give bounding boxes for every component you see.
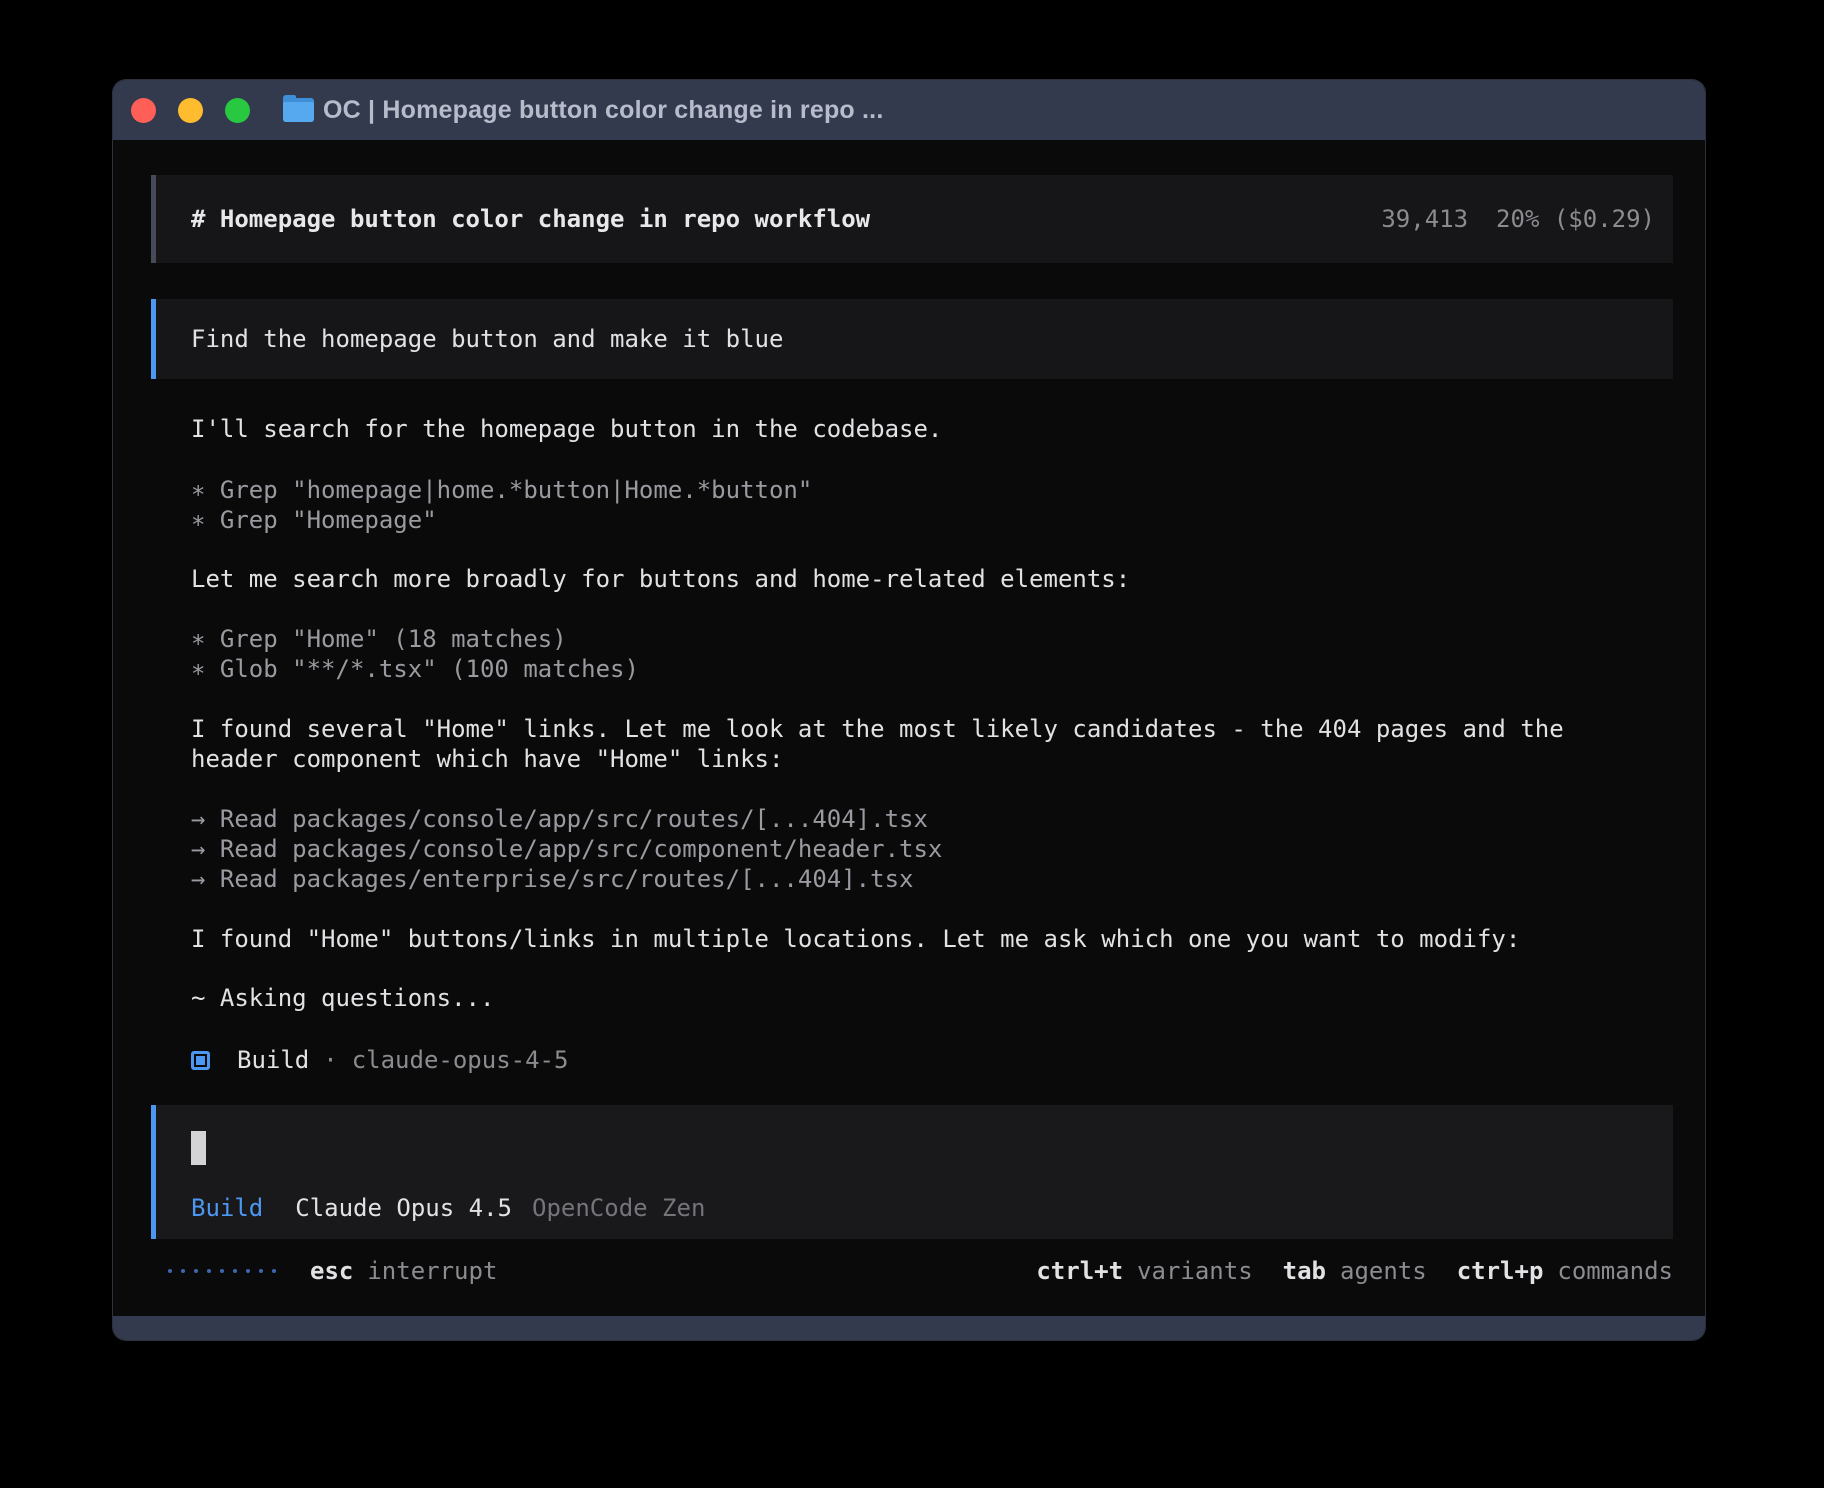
close-window-button[interactable] <box>131 98 156 123</box>
session-title: # Homepage button color change in repo w… <box>191 204 870 234</box>
text-cursor <box>191 1131 206 1165</box>
prompt-input[interactable]: Build Claude Opus 4.5 OpenCode Zen <box>151 1105 1673 1239</box>
minimize-window-button[interactable] <box>178 98 203 123</box>
user-message-text: Find the homepage button and make it blu… <box>191 324 783 354</box>
editor-model-label: Claude Opus 4.5 <box>295 1193 512 1223</box>
window-title: OC | Homepage button color change in rep… <box>323 96 883 125</box>
token-count: 39,413 <box>1381 204 1468 234</box>
tool-call-read: → Read packages/console/app/src/componen… <box>191 834 942 864</box>
session-header: # Homepage button color change in repo w… <box>151 175 1673 263</box>
working-status: ~ Asking questions... <box>191 983 494 1013</box>
tool-call-grep: ∗ Grep "Homepage" <box>191 505 437 535</box>
assistant-text: header component which have "Home" links… <box>191 744 783 774</box>
spinner-dot <box>272 1269 276 1273</box>
editor-provider-label: OpenCode Zen <box>532 1193 705 1223</box>
window-bottom-chrome <box>113 1316 1705 1340</box>
editor-status-bar: Build Claude Opus 4.5 OpenCode Zen <box>191 1193 705 1223</box>
ctrl-t-key-label: variants <box>1137 1256 1253 1286</box>
user-message: Find the homepage button and make it blu… <box>151 299 1673 379</box>
tab-key-label: agents <box>1340 1256 1427 1286</box>
assistant-text: I found "Home" buttons/links in multiple… <box>191 924 1520 954</box>
spinner-dot <box>259 1269 263 1273</box>
build-agent-icon <box>191 1051 210 1070</box>
tab-key-hint: tab <box>1283 1256 1326 1286</box>
esc-key-hint: esc <box>310 1256 353 1286</box>
footer-right: ctrl+t variants tab agents ctrl+p comman… <box>1036 1256 1673 1286</box>
ctrl-p-key-label: commands <box>1557 1256 1673 1286</box>
agent-name: Build <box>237 1045 309 1075</box>
tool-call-read: → Read packages/console/app/src/routes/[… <box>191 804 928 834</box>
esc-key-label: interrupt <box>367 1256 497 1286</box>
spinner-dot <box>220 1269 224 1273</box>
hint-variants: ctrl+t variants <box>1036 1256 1252 1286</box>
assistant-text: I found several "Home" links. Let me loo… <box>191 714 1564 744</box>
editor-agent-label: Build <box>191 1193 263 1223</box>
ctrl-p-key-hint: ctrl+p <box>1457 1256 1544 1286</box>
session-stats: 39,413 20% ($0.29) <box>1381 204 1655 234</box>
model-name: claude-opus-4-5 <box>352 1045 569 1075</box>
spinner-dot <box>233 1269 237 1273</box>
assistant-text: I'll search for the homepage button in t… <box>191 414 942 444</box>
spinner-dot <box>246 1269 250 1273</box>
terminal-window: OC | Homepage button color change in rep… <box>113 80 1705 1340</box>
ctrl-t-key-hint: ctrl+t <box>1036 1256 1123 1286</box>
hint-agents: tab agents <box>1283 1256 1427 1286</box>
tool-call-glob: ∗ Glob "**/*.tsx" (100 matches) <box>191 654 639 684</box>
activity-spinner-dots <box>168 1269 276 1273</box>
traffic-lights <box>113 98 250 123</box>
tool-call-grep: ∗ Grep "homepage|home.*button|Home.*butt… <box>191 475 812 505</box>
spinner-dot <box>168 1269 172 1273</box>
folder-icon <box>283 98 314 122</box>
tool-call-read: → Read packages/enterprise/src/routes/[.… <box>191 864 913 894</box>
spinner-dot <box>181 1269 185 1273</box>
spinner-dot <box>207 1269 211 1273</box>
window-titlebar[interactable]: OC | Homepage button color change in rep… <box>113 80 1705 140</box>
zoom-window-button[interactable] <box>225 98 250 123</box>
spinner-dot <box>194 1269 198 1273</box>
tool-call-grep: ∗ Grep "Home" (18 matches) <box>191 624 567 654</box>
assistant-text: Let me search more broadly for buttons a… <box>191 564 1130 594</box>
footer-left: esc interrupt <box>168 1256 497 1286</box>
footer-bar: esc interrupt ctrl+t variants tab agents… <box>168 1256 1673 1286</box>
context-usage: 20% ($0.29) <box>1496 204 1655 234</box>
hint-commands: ctrl+p commands <box>1457 1256 1673 1286</box>
separator-dot: · <box>323 1045 337 1075</box>
agent-status-row: Build · claude-opus-4-5 <box>191 1043 568 1077</box>
